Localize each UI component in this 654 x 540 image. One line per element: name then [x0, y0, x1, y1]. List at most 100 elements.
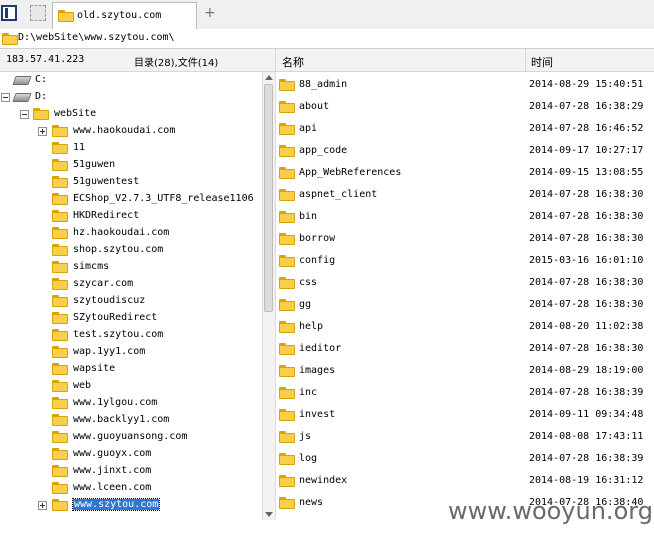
- tree-item[interactable]: wapsite: [0, 361, 262, 378]
- folder-icon: [279, 497, 295, 509]
- file-row[interactable]: images 2014-08-29 18:19:00: [276, 360, 654, 382]
- file-row[interactable]: 88_admin 2014-08-29 15:40:51: [276, 74, 654, 96]
- file-name: borrow: [299, 233, 336, 244]
- file-name: about: [299, 101, 330, 112]
- file-time: 2014-08-29 15:40:51: [529, 79, 644, 90]
- tree-item[interactable]: www.1ylgou.com: [0, 395, 262, 412]
- folder-icon: [52, 414, 68, 426]
- file-name: ieditor: [299, 343, 342, 354]
- panel-toggle-icon[interactable]: [1, 5, 17, 21]
- tree-item[interactable]: ECShop_V2.7.3_UTF8_release1106: [0, 191, 262, 208]
- tree-item-label: www.guoyuansong.com: [73, 431, 188, 442]
- address-path: D:\webSite\www.szytou.com\: [18, 32, 175, 43]
- tree-item[interactable]: simcms: [0, 259, 262, 276]
- tree-item-label: www.szytou.com: [71, 498, 161, 511]
- file-row[interactable]: invest 2014-09-11 09:34:48: [276, 404, 654, 426]
- tree-item[interactable]: www.haokoudai.com: [0, 123, 262, 140]
- folder-icon: [52, 261, 68, 273]
- scroll-up-icon[interactable]: [265, 75, 273, 80]
- file-time: 2014-07-28 16:38:30: [529, 299, 644, 310]
- tree-item-label: web: [73, 380, 92, 391]
- tree-item-label: test.szytou.com: [73, 329, 164, 340]
- tab-active[interactable]: old.szytou.com: [52, 2, 197, 29]
- file-name: aspnet_client: [299, 189, 378, 200]
- tree-item[interactable]: www.lceen.com: [0, 480, 262, 497]
- file-row[interactable]: api 2014-07-28 16:46:52: [276, 118, 654, 140]
- file-row[interactable]: log 2014-07-28 16:38:39: [276, 448, 654, 470]
- scroll-down-icon[interactable]: [265, 512, 273, 517]
- expand-icon[interactable]: [38, 127, 47, 136]
- file-row[interactable]: gg 2014-07-28 16:38:30: [276, 294, 654, 316]
- expand-icon[interactable]: [38, 501, 47, 510]
- file-row[interactable]: bin 2014-07-28 16:38:30: [276, 206, 654, 228]
- file-time: 2014-08-20 11:02:38: [529, 321, 644, 332]
- column-header-name[interactable]: 名称: [282, 54, 304, 70]
- tree-item[interactable]: D:: [0, 89, 262, 106]
- file-row[interactable]: app_code 2014-09-17 10:27:17: [276, 140, 654, 162]
- file-row[interactable]: newindex 2014-08-19 16:31:12: [276, 470, 654, 492]
- folder-icon: [279, 453, 295, 465]
- file-row[interactable]: ieditor 2014-07-28 16:38:30: [276, 338, 654, 360]
- file-name: news: [299, 497, 324, 508]
- tree-item-label: ECShop_V2.7.3_UTF8_release1106: [73, 193, 254, 204]
- folder-icon: [279, 189, 295, 201]
- address-bar[interactable]: D:\webSite\www.szytou.com\: [0, 29, 654, 49]
- folder-icon: [279, 145, 295, 157]
- tree-item[interactable]: webSite: [0, 106, 262, 123]
- tree-item-label: www.jinxt.com: [73, 465, 152, 476]
- folder-tree[interactable]: C: D: webSite www.haokoudai.com 11 51guwen 51g…: [0, 72, 262, 520]
- file-row[interactable]: about 2014-07-28 16:38:29: [276, 96, 654, 118]
- file-time: 2014-07-28 16:38:39: [529, 387, 644, 398]
- column-header-time[interactable]: 时间: [531, 54, 553, 70]
- file-row[interactable]: inc 2014-07-28 16:38:39: [276, 382, 654, 404]
- folder-icon: [52, 380, 68, 392]
- file-time: 2014-08-29 18:19:00: [529, 365, 644, 376]
- tree-item-label: www.1ylgou.com: [73, 397, 158, 408]
- new-tab-button[interactable]: +: [204, 5, 216, 21]
- folder-icon: [52, 159, 68, 171]
- file-row[interactable]: aspnet_client 2014-07-28 16:38:30: [276, 184, 654, 206]
- tree-item[interactable]: HKDRedirect: [0, 208, 262, 225]
- folder-icon: [279, 431, 295, 443]
- tree-item[interactable]: www.jinxt.com: [0, 463, 262, 480]
- file-row[interactable]: js 2014-08-08 17:43:11: [276, 426, 654, 448]
- tree-item[interactable]: test.szytou.com: [0, 327, 262, 344]
- tree-item[interactable]: hz.haokoudai.com: [0, 225, 262, 242]
- tree-item[interactable]: www.guoyuansong.com: [0, 429, 262, 446]
- file-row[interactable]: help 2014-08-20 11:02:38: [276, 316, 654, 338]
- tree-item[interactable]: wap.1yy1.com: [0, 344, 262, 361]
- tree-item[interactable]: 11: [0, 140, 262, 157]
- folder-icon: [279, 79, 295, 91]
- scroll-thumb[interactable]: [264, 84, 273, 312]
- folder-icon: [52, 482, 68, 494]
- tree-item[interactable]: www.guoyx.com: [0, 446, 262, 463]
- tree-item[interactable]: www.szytou.com: [0, 497, 262, 514]
- tree-item[interactable]: www.backlyy1.com: [0, 412, 262, 429]
- tree-scrollbar[interactable]: [262, 72, 276, 520]
- tree-item[interactable]: szytoudiscuz: [0, 293, 262, 310]
- tree-item[interactable]: szycar.com: [0, 276, 262, 293]
- file-list[interactable]: 88_admin 2014-08-29 15:40:51 about 2014-07-…: [276, 72, 654, 520]
- tree-item[interactable]: C:: [0, 72, 262, 89]
- file-row[interactable]: config 2015-03-16 16:01:10: [276, 250, 654, 272]
- tree-item[interactable]: shop.szytou.com: [0, 242, 262, 259]
- collapse-icon[interactable]: [1, 93, 10, 102]
- file-row[interactable]: App_WebReferences 2014-09-15 13:08:55: [276, 162, 654, 184]
- file-row[interactable]: css 2014-07-28 16:38:30: [276, 272, 654, 294]
- tree-item[interactable]: 51guwentest: [0, 174, 262, 191]
- tree-item[interactable]: 51guwen: [0, 157, 262, 174]
- tree-item[interactable]: web: [0, 378, 262, 395]
- folder-icon: [279, 321, 295, 333]
- file-time: 2014-07-28 16:38:29: [529, 101, 644, 112]
- tree-item-label: SZytouRedirect: [73, 312, 158, 323]
- tree-item-label: D:: [35, 91, 48, 102]
- file-time: 2014-09-15 13:08:55: [529, 167, 644, 178]
- folder-icon: [2, 33, 18, 45]
- blank-tab-icon[interactable]: [30, 5, 46, 21]
- server-ip: 183.57.41.223: [6, 54, 85, 65]
- folder-icon: [279, 365, 295, 377]
- tree-item-label: 51guwentest: [73, 176, 140, 187]
- collapse-icon[interactable]: [20, 110, 29, 119]
- tree-item[interactable]: SZytouRedirect: [0, 310, 262, 327]
- file-row[interactable]: borrow 2014-07-28 16:38:30: [276, 228, 654, 250]
